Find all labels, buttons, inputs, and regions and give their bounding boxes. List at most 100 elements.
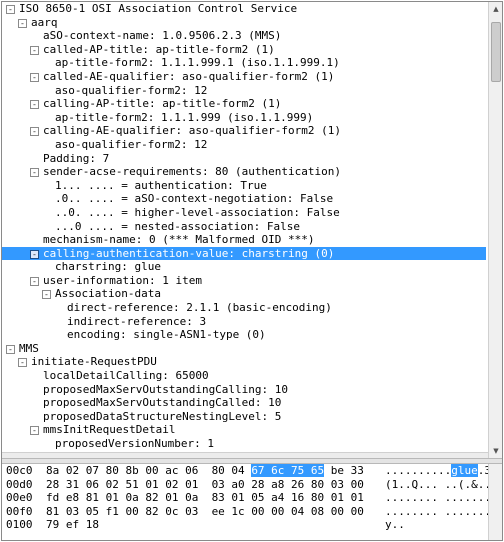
hex-ascii: (1..Q... ..(.&... — [385, 478, 498, 492]
hex-bytes: 28 31 06 02 51 01 02 01 03 a0 28 a8 26 8… — [46, 478, 364, 492]
collapse-toggle-icon[interactable]: - — [30, 45, 39, 55]
hex-row[interactable]: 00d0 28 31 06 02 51 01 02 01 03 a0 28 a8 … — [2, 478, 502, 492]
tree-row[interactable]: aso-qualifier-form2: 12 — [2, 84, 486, 98]
tree-row-label: .0.. .... = aSO-context-negotiation: Fal… — [55, 192, 334, 206]
tree-row[interactable]: localDetailCalling: 65000 — [2, 369, 486, 383]
tree-row[interactable]: - Association-data — [2, 287, 486, 301]
tree-row[interactable]: indirect-reference: 3 — [2, 315, 486, 329]
tree-row-selected[interactable]: - calling-authentication-value: charstrin… — [2, 246, 486, 261]
tree-row-label: indirect-reference: 3 — [67, 314, 207, 328]
tree-row-label: aarq — [31, 15, 58, 29]
tree-row[interactable]: - calling-AP-title: ap-title-form2 (1) — [2, 97, 486, 111]
tree-row-label: localDetailCalling: 65000 — [43, 369, 209, 383]
tree-row[interactable]: .0.. .... = aSO-context-negotiation: Fal… — [2, 192, 486, 206]
tree-row-label: Padding: 7 — [43, 151, 110, 165]
tree-row[interactable]: - mmsInitRequestDetail — [2, 423, 486, 437]
hex-row[interactable]: 00f0 81 03 05 f1 00 82 0c 03 ee 1c 00 00 … — [2, 505, 502, 519]
collapse-toggle-icon[interactable]: - — [30, 249, 39, 259]
tree-row[interactable]: proposedMaxServOutstandingCalling: 10 — [2, 383, 486, 397]
hex-bytes-text: 79 ef 18 — [46, 518, 99, 532]
tree-row[interactable]: ap-title-form2: 1.1.1.999.1 (iso.1.1.999… — [2, 56, 486, 70]
collapse-toggle-icon[interactable]: - — [30, 276, 39, 286]
hex-bytes: fd e8 81 01 0a 82 01 0a 83 01 05 a4 16 8… — [46, 491, 364, 505]
hex-row[interactable]: 0100 79 ef 18 y.. — [2, 518, 502, 532]
hex-vertical-scrollbar[interactable] — [488, 464, 502, 540]
tree-row[interactable]: proposedMaxServOutstandingCalled: 10 — [2, 396, 486, 410]
tree-row[interactable]: ..0. .... = higher-level-association: Fa… — [2, 206, 486, 220]
tree-row[interactable]: Padding: 7 — [2, 152, 486, 166]
tree-row[interactable]: aso-qualifier-form2: 12 — [2, 138, 486, 152]
hex-offset: 00f0 — [6, 504, 33, 518]
hex-bytes-after: be 33 — [324, 464, 364, 477]
tree-row-label: mmsInitRequestDetail — [43, 423, 176, 437]
tree-row-label: calling-authentication-value: charstring… — [43, 246, 335, 260]
tree-row-label: initiate-RequestPDU — [31, 355, 157, 369]
scroll-down-arrow-icon[interactable]: ▼ — [489, 444, 502, 458]
hex-ascii-text: (1..Q... ..(.&... — [385, 477, 498, 491]
hex-ascii: ..........glue.3 — [385, 464, 491, 478]
tree-row-label: called-AP-title: ap-title-form2 (1) — [43, 42, 275, 56]
collapse-toggle-icon[interactable]: - — [30, 168, 39, 178]
tree-row[interactable]: - called-AP-title: ap-title-form2 (1) — [2, 43, 486, 57]
collapse-toggle-icon[interactable]: - — [6, 344, 15, 354]
collapse-toggle-icon[interactable]: - — [30, 426, 39, 436]
tree-row-label: calling-AE-qualifier: aso-qualifier-form… — [43, 124, 342, 138]
hex-bytes: 81 03 05 f1 00 82 0c 03 ee 1c 00 00 04 0… — [46, 505, 364, 519]
tree-row-label: Association-data — [55, 287, 161, 301]
hex-offset: 0100 — [6, 518, 33, 532]
tree-row[interactable]: ap-title-form2: 1.1.1.999 (iso.1.1.999) — [2, 111, 486, 125]
hex-bytes-text: 28 31 06 02 51 01 02 01 03 a0 28 a8 26 8… — [46, 477, 364, 491]
hex-offset: 00d0 — [6, 477, 33, 491]
tree-row-label: encoding: single-ASN1-type (0) — [67, 328, 266, 342]
tree-row-label: aso-qualifier-form2: 12 — [55, 137, 208, 151]
tree-row[interactable]: - called-AE-qualifier: aso-qualifier-form… — [2, 70, 486, 84]
tree-row[interactable]: direct-reference: 2.1.1 (basic-encoding) — [2, 301, 486, 315]
tree-row[interactable]: ...0 .... = nested-association: False — [2, 220, 486, 234]
hex-bytes-text: 8a 02 07 80 8b 00 ac 06 80 04 — [46, 464, 245, 477]
tree-row-label: aSO-context-name: 1.0.9506.2.3 (MMS) — [43, 29, 282, 43]
hex-dump-pane[interactable]: 00c0 8a 02 07 80 8b 00 ac 06 80 04 67 6c … — [2, 464, 502, 540]
tree-row[interactable]: - MMS — [2, 342, 486, 356]
tree-row-label: proposedVersionNumber: 1 — [55, 437, 214, 450]
collapse-toggle-icon[interactable]: - — [42, 290, 51, 300]
hex-bytes-text: 81 03 05 f1 00 82 0c 03 ee 1c 00 00 04 0… — [46, 504, 364, 518]
hex-bytes-highlight: 67 6c 75 65 — [251, 464, 325, 477]
tree-row[interactable]: - aarq — [2, 16, 486, 30]
scrollbar-thumb[interactable] — [491, 22, 501, 82]
hex-row[interactable]: 00c0 8a 02 07 80 8b 00 ac 06 80 04 67 6c … — [2, 464, 502, 478]
hex-offset: 00c0 — [6, 464, 33, 477]
tree-row[interactable]: proposedVersionNumber: 1 — [2, 437, 486, 451]
collapse-toggle-icon[interactable]: - — [30, 127, 39, 137]
tree-row[interactable]: - calling-AE-qualifier: aso-qualifier-for… — [2, 124, 486, 138]
packet-details-window: - ISO 8650-1 OSI Association Control Serv… — [1, 1, 503, 541]
hex-ascii-text: y.. — [385, 518, 405, 532]
tree-row[interactable]: - sender-acse-requirements: 80 (authentic… — [2, 165, 486, 179]
collapse-toggle-icon[interactable]: - — [18, 358, 27, 368]
tree-row-label: ap-title-form2: 1.1.1.999.1 (iso.1.1.999… — [55, 56, 340, 70]
collapse-toggle-icon[interactable]: - — [18, 18, 27, 28]
tree-row-label: aso-qualifier-form2: 12 — [55, 83, 208, 97]
tree-row-label: sender-acse-requirements: 80 (authentica… — [43, 165, 342, 179]
collapse-toggle-icon[interactable]: - — [30, 100, 39, 110]
tree-row[interactable]: - initiate-RequestPDU — [2, 355, 486, 369]
tree-row-label: called-AE-qualifier: aso-qualifier-form2… — [43, 69, 335, 83]
collapse-toggle-icon[interactable]: - — [6, 5, 15, 14]
collapse-toggle-icon[interactable]: - — [30, 72, 39, 82]
tree-row[interactable]: proposedDataStructureNestingLevel: 5 — [2, 410, 486, 424]
hex-ascii-highlight: glue — [451, 464, 478, 477]
tree-row[interactable]: charstring: glue — [2, 260, 486, 274]
tree-row[interactable]: aSO-context-name: 1.0.9506.2.3 (MMS) — [2, 29, 486, 43]
scroll-up-arrow-icon[interactable]: ▲ — [489, 2, 502, 16]
tree-row-label: user-information: 1 item — [43, 273, 202, 287]
hex-row[interactable]: 00e0 fd e8 81 01 0a 82 01 0a 83 01 05 a4 … — [2, 491, 502, 505]
tree-row-label: ap-title-form2: 1.1.1.999 (iso.1.1.999) — [55, 110, 314, 124]
tree-row[interactable]: 1... .... = authentication: True — [2, 179, 486, 193]
protocol-tree-pane[interactable]: - ISO 8650-1 OSI Association Control Serv… — [2, 2, 486, 458]
tree-row[interactable]: mechanism-name: 0 (*** Malformed OID ***… — [2, 233, 486, 247]
tree-row[interactable]: - ISO 8650-1 OSI Association Control Serv… — [2, 2, 486, 16]
tree-row-label: proposedMaxServOutstandingCalling: 10 — [43, 382, 289, 396]
tree-vertical-scrollbar[interactable]: ▲ ▼ — [488, 2, 502, 458]
tree-row[interactable]: - user-information: 1 item — [2, 274, 486, 288]
hex-ascii-text: .......... — [385, 464, 452, 477]
tree-row[interactable]: encoding: single-ASN1-type (0) — [2, 328, 486, 342]
